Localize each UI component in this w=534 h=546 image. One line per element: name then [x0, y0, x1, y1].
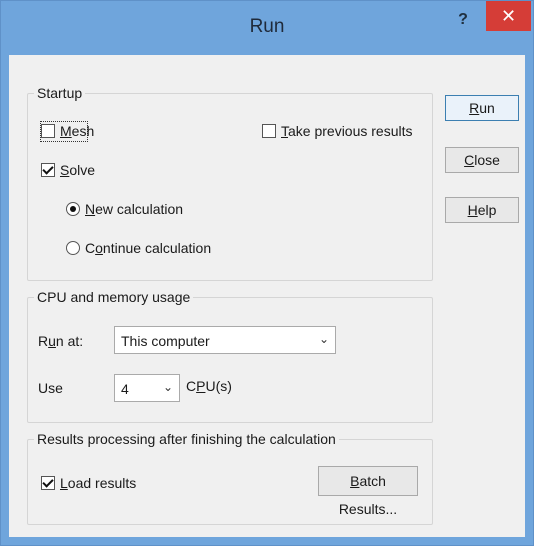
- cpu-count-value: 4: [121, 381, 129, 397]
- take-previous-results-checkbox[interactable]: [262, 124, 276, 138]
- close-button[interactable]: Close: [445, 147, 519, 173]
- solve-label[interactable]: Solve: [60, 162, 95, 178]
- title-bar[interactable]: Run ? ✕: [1, 1, 533, 55]
- new-calculation-label[interactable]: New calculation: [85, 201, 183, 217]
- help-icon[interactable]: ?: [449, 7, 477, 33]
- new-calculation-radio[interactable]: [66, 202, 80, 216]
- run-dialog: Run ? ✕ Startup Mesh Take previous resul…: [0, 0, 534, 546]
- chevron-down-icon: ⌄: [162, 380, 173, 394]
- close-icon[interactable]: ✕: [486, 1, 531, 31]
- load-results-label[interactable]: Load results: [60, 475, 136, 491]
- startup-group: Startup Mesh Take previous results Solve…: [27, 85, 433, 281]
- run-at-value: This computer: [121, 333, 210, 349]
- solve-checkbox[interactable]: [41, 163, 55, 177]
- results-processing-legend: Results processing after finishing the c…: [34, 431, 339, 447]
- mesh-label[interactable]: Mesh: [60, 123, 94, 139]
- cpu-memory-group: CPU and memory usage Run at: This comput…: [27, 289, 433, 423]
- continue-calculation-label[interactable]: Continue calculation: [85, 240, 211, 256]
- load-results-checkbox[interactable]: [41, 476, 55, 490]
- dialog-body: Startup Mesh Take previous results Solve…: [9, 55, 525, 537]
- cpu-count-dropdown[interactable]: 4 ⌄: [114, 374, 180, 402]
- continue-calculation-radio[interactable]: [66, 241, 80, 255]
- results-processing-group: Results processing after finishing the c…: [27, 431, 433, 525]
- batch-results-button[interactable]: Batch Results...: [318, 466, 418, 517]
- use-label: Use: [38, 380, 63, 396]
- run-at-label: Run at:: [38, 333, 84, 349]
- startup-legend: Startup: [34, 85, 86, 101]
- run-at-dropdown[interactable]: This computer ⌄: [114, 326, 336, 354]
- help-button[interactable]: Help: [445, 197, 519, 223]
- chevron-down-icon: ⌄: [318, 332, 329, 346]
- cpu-memory-legend: CPU and memory usage: [34, 289, 194, 305]
- run-button[interactable]: Run: [445, 95, 519, 121]
- take-previous-results-label[interactable]: Take previous results: [281, 123, 413, 139]
- cpu-suffix-label: CPU(s): [186, 378, 232, 394]
